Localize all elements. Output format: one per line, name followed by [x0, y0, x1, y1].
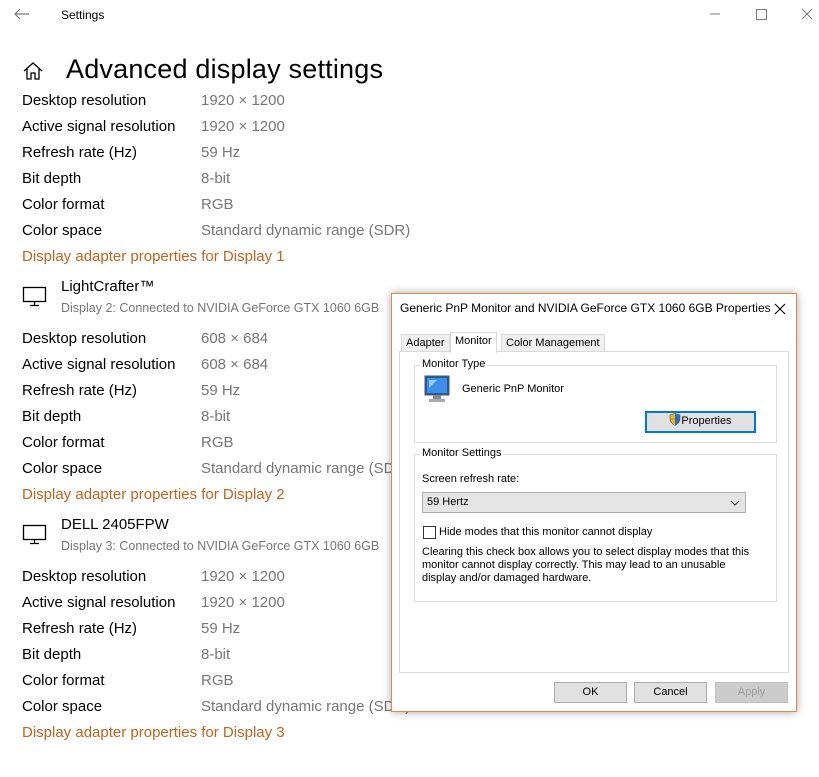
app-title: Settings	[61, 8, 105, 22]
active-signal-label: Active signal resolution	[22, 594, 176, 611]
desktop-resolution-value: 1920 × 1200	[201, 568, 285, 585]
color-format-label: Color format	[22, 434, 105, 451]
color-format-value: RGB	[201, 434, 234, 451]
desktop-resolution-label: Desktop resolution	[22, 568, 147, 585]
refresh-rate-label: Refresh rate (Hz)	[22, 382, 138, 399]
dialog-close-button[interactable]	[770, 299, 790, 319]
monitor-tab-panel: Monitor Type Generic PnP Monitor Propert…	[399, 351, 789, 673]
desktop-resolution-value: 1920 × 1200	[201, 92, 285, 109]
display3-monitor-name: DELL 2405FPW	[61, 516, 169, 533]
refresh-rate-value: 59 Hz	[201, 144, 241, 161]
display2-monitor-connection: Display 2: Connected to NVIDIA GeForce G…	[61, 301, 380, 315]
monitor-type-name: Generic PnP Monitor	[462, 383, 564, 395]
hide-modes-help-text: Clearing this check box allows you to se…	[422, 546, 750, 584]
refresh-rate-label: Refresh rate (Hz)	[22, 144, 138, 161]
monitor-properties-dialog: Generic PnP Monitor and NVIDIA GeForce G…	[391, 293, 797, 712]
close-button[interactable]	[795, 4, 819, 24]
color-space-value: Standard dynamic range (SDR)	[201, 460, 411, 477]
bit-depth-value: 8-bit	[201, 170, 231, 187]
home-icon[interactable]	[22, 60, 44, 82]
active-signal-label: Active signal resolution	[22, 118, 176, 135]
back-arrow-icon	[14, 8, 29, 20]
monitor-properties-button-label: Properties	[681, 415, 732, 427]
close-icon	[801, 8, 813, 20]
bit-depth-label: Bit depth	[22, 408, 82, 425]
color-format-value: RGB	[201, 672, 234, 689]
display1-adapter-properties-link[interactable]: Display adapter properties for Display 1	[22, 248, 285, 265]
desktop-resolution-label: Desktop resolution	[22, 330, 147, 347]
refresh-rate-selected-value: 59 Hertz	[427, 496, 469, 508]
monitor-icon	[22, 524, 47, 545]
back-button[interactable]	[10, 3, 36, 25]
monitor-settings-label: Monitor Settings	[420, 447, 504, 459]
color-space-label: Color space	[22, 698, 103, 715]
apply-button[interactable]: Apply	[715, 682, 788, 703]
color-space-label: Color space	[22, 222, 103, 239]
maximize-button[interactable]	[749, 4, 773, 24]
active-signal-label: Active signal resolution	[22, 356, 176, 373]
color-space-value: Standard dynamic range (SDR)	[201, 222, 411, 239]
display3-monitor-connection: Display 3: Connected to NVIDIA GeForce G…	[61, 539, 380, 553]
bit-depth-label: Bit depth	[22, 646, 82, 663]
ok-button[interactable]: OK	[554, 682, 627, 703]
minimize-icon	[710, 13, 720, 15]
refresh-rate-label: Refresh rate (Hz)	[22, 620, 138, 637]
refresh-rate-select[interactable]: 59 Hertz	[422, 492, 746, 513]
color-format-label: Color format	[22, 672, 105, 689]
desktop-resolution-label: Desktop resolution	[22, 92, 147, 109]
maximize-icon	[756, 9, 767, 20]
dialog-title: Generic PnP Monitor and NVIDIA GeForce G…	[400, 301, 771, 315]
refresh-rate-value: 59 Hz	[201, 620, 241, 637]
page-title: Advanced display settings	[66, 54, 384, 84]
display3-adapter-properties-link[interactable]: Display adapter properties for Display 3	[22, 724, 285, 741]
refresh-rate-field-label: Screen refresh rate:	[422, 473, 520, 485]
active-signal-value: 608 × 684	[201, 356, 269, 373]
monitor-properties-button[interactable]: Properties	[645, 411, 756, 433]
tab-adapter[interactable]: Adapter	[401, 334, 450, 352]
color-space-label: Color space	[22, 460, 103, 477]
desktop-resolution-value: 608 × 684	[201, 330, 269, 347]
tab-color-management[interactable]: Color Management	[501, 334, 605, 352]
refresh-rate-value: 59 Hz	[201, 382, 241, 399]
monitor-settings-group: Monitor Settings Screen refresh rate: 59…	[414, 447, 777, 602]
shield-icon	[670, 413, 681, 426]
bit-depth-value: 8-bit	[201, 646, 231, 663]
color-space-value: Standard dynamic range (SDR)	[201, 698, 411, 715]
close-icon	[774, 303, 786, 315]
tab-monitor[interactable]: Monitor	[450, 332, 497, 353]
active-signal-value: 1920 × 1200	[201, 594, 285, 611]
monitor-type-label: Monitor Type	[420, 358, 488, 370]
title-bar: Settings	[0, 0, 819, 30]
bit-depth-value: 8-bit	[201, 408, 231, 425]
color-format-label: Color format	[22, 196, 105, 213]
minimize-button[interactable]	[703, 4, 727, 24]
bit-depth-label: Bit depth	[22, 170, 82, 187]
cancel-button[interactable]: Cancel	[634, 682, 707, 703]
monitor-icon	[22, 286, 47, 307]
chevron-down-icon	[730, 500, 740, 506]
display2-monitor-name: LightCrafter™	[61, 278, 155, 295]
active-signal-value: 1920 × 1200	[201, 118, 285, 135]
monitor-type-group: Monitor Type Generic PnP Monitor Propert…	[414, 358, 777, 443]
monitor-icon	[424, 375, 450, 402]
hide-modes-label: Hide modes that this monitor cannot disp…	[439, 526, 653, 538]
hide-modes-checkbox[interactable]	[423, 526, 436, 539]
color-format-value: RGB	[201, 196, 234, 213]
display2-adapter-properties-link[interactable]: Display adapter properties for Display 2	[22, 486, 285, 503]
